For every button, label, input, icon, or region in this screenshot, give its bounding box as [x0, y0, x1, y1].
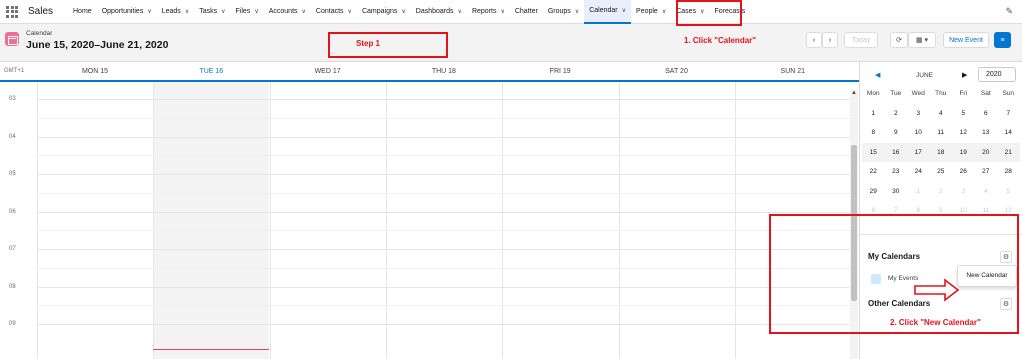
annotation-arrow-layer: [914, 278, 960, 302]
arrow-to-new-calendar-icon: [914, 278, 960, 302]
